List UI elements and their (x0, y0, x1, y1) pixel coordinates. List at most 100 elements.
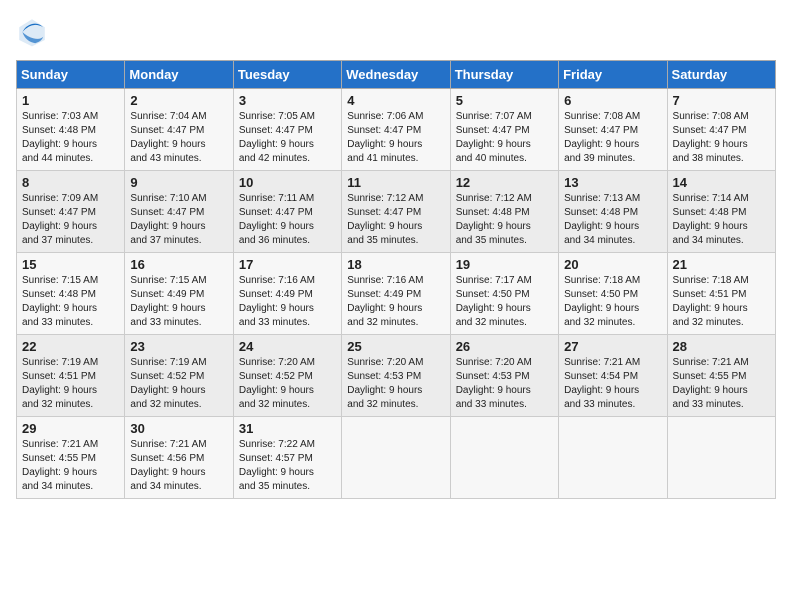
cell-info: Sunrise: 7:21 AMSunset: 4:56 PMDaylight:… (130, 438, 227, 494)
day-number: 24 (239, 339, 336, 354)
day-number: 1 (22, 93, 119, 108)
calendar-cell: 24 Sunrise: 7:20 AMSunset: 4:52 PMDayligh… (233, 335, 341, 417)
day-number: 10 (239, 175, 336, 190)
calendar-cell: 17 Sunrise: 7:16 AMSunset: 4:49 PMDayligh… (233, 253, 341, 335)
calendar-cell: 8 Sunrise: 7:09 AMSunset: 4:47 PMDaylight… (17, 171, 125, 253)
day-number: 2 (130, 93, 227, 108)
day-number: 30 (130, 421, 227, 436)
calendar-cell: 28 Sunrise: 7:21 AMSunset: 4:55 PMDayligh… (667, 335, 775, 417)
day-number: 14 (673, 175, 770, 190)
day-number: 15 (22, 257, 119, 272)
col-header-sunday: Sunday (17, 61, 125, 89)
cell-info: Sunrise: 7:11 AMSunset: 4:47 PMDaylight:… (239, 192, 336, 248)
col-header-wednesday: Wednesday (342, 61, 450, 89)
col-header-tuesday: Tuesday (233, 61, 341, 89)
cell-info: Sunrise: 7:15 AMSunset: 4:48 PMDaylight:… (22, 274, 119, 330)
cell-info: Sunrise: 7:12 AMSunset: 4:48 PMDaylight:… (456, 192, 553, 248)
calendar-cell: 19Sunrise: 7:17 AMSunset: 4:50 PMDayligh… (450, 253, 558, 335)
week-row-2: 8 Sunrise: 7:09 AMSunset: 4:47 PMDaylight… (17, 171, 776, 253)
header-row: SundayMondayTuesdayWednesdayThursdayFrid… (17, 61, 776, 89)
cell-info: Sunrise: 7:20 AMSunset: 4:53 PMDaylight:… (456, 356, 553, 412)
calendar-cell (450, 417, 558, 499)
cell-info: Sunrise: 7:20 AMSunset: 4:52 PMDaylight:… (239, 356, 336, 412)
cell-info: Sunrise: 7:12 AMSunset: 4:47 PMDaylight:… (347, 192, 444, 248)
day-number: 20 (564, 257, 661, 272)
day-number: 23 (130, 339, 227, 354)
calendar-cell: 4Sunrise: 7:06 AMSunset: 4:47 PMDaylight… (342, 89, 450, 171)
calendar-cell: 5 Sunrise: 7:07 AMSunset: 4:47 PMDaylight… (450, 89, 558, 171)
day-number: 12 (456, 175, 553, 190)
week-row-4: 22 Sunrise: 7:19 AMSunset: 4:51 PMDayligh… (17, 335, 776, 417)
cell-info: Sunrise: 7:14 AMSunset: 4:48 PMDaylight:… (673, 192, 770, 248)
calendar-cell (342, 417, 450, 499)
cell-info: Sunrise: 7:08 AMSunset: 4:47 PMDaylight:… (564, 110, 661, 166)
cell-info: Sunrise: 7:19 AMSunset: 4:52 PMDaylight:… (130, 356, 227, 412)
cell-info: Sunrise: 7:07 AMSunset: 4:47 PMDaylight:… (456, 110, 553, 166)
day-number: 13 (564, 175, 661, 190)
day-number: 16 (130, 257, 227, 272)
calendar-cell: 7Sunrise: 7:08 AMSunset: 4:47 PMDaylight… (667, 89, 775, 171)
calendar-cell: 18 Sunrise: 7:16 AMSunset: 4:49 PMDayligh… (342, 253, 450, 335)
page-header (16, 16, 776, 48)
day-number: 29 (22, 421, 119, 436)
day-number: 8 (22, 175, 119, 190)
calendar-cell: 1Sunrise: 7:03 AMSunset: 4:48 PMDaylight… (17, 89, 125, 171)
calendar-cell: 20 Sunrise: 7:18 AMSunset: 4:50 PMDayligh… (559, 253, 667, 335)
cell-info: Sunrise: 7:13 AMSunset: 4:48 PMDaylight:… (564, 192, 661, 248)
calendar-cell: 25 Sunrise: 7:20 AMSunset: 4:53 PMDayligh… (342, 335, 450, 417)
calendar-cell: 30 Sunrise: 7:21 AMSunset: 4:56 PMDayligh… (125, 417, 233, 499)
calendar-cell: 27Sunrise: 7:21 AMSunset: 4:54 PMDayligh… (559, 335, 667, 417)
cell-info: Sunrise: 7:18 AMSunset: 4:51 PMDaylight:… (673, 274, 770, 330)
cell-info: Sunrise: 7:20 AMSunset: 4:53 PMDaylight:… (347, 356, 444, 412)
calendar-cell (559, 417, 667, 499)
logo (16, 16, 52, 48)
cell-info: Sunrise: 7:21 AMSunset: 4:55 PMDaylight:… (22, 438, 119, 494)
calendar-cell: 13 Sunrise: 7:13 AMSunset: 4:48 PMDayligh… (559, 171, 667, 253)
calendar-cell: 22 Sunrise: 7:19 AMSunset: 4:51 PMDayligh… (17, 335, 125, 417)
calendar-cell: 6 Sunrise: 7:08 AMSunset: 4:47 PMDaylight… (559, 89, 667, 171)
day-number: 25 (347, 339, 444, 354)
logo-icon (16, 16, 48, 48)
day-number: 4 (347, 93, 444, 108)
day-number: 22 (22, 339, 119, 354)
col-header-friday: Friday (559, 61, 667, 89)
cell-info: Sunrise: 7:21 AMSunset: 4:54 PMDaylight:… (564, 356, 661, 412)
col-header-monday: Monday (125, 61, 233, 89)
day-number: 11 (347, 175, 444, 190)
calendar-cell: 2Sunrise: 7:04 AMSunset: 4:47 PMDaylight… (125, 89, 233, 171)
calendar-cell: 15 Sunrise: 7:15 AMSunset: 4:48 PMDayligh… (17, 253, 125, 335)
day-number: 5 (456, 93, 553, 108)
cell-info: Sunrise: 7:08 AMSunset: 4:47 PMDaylight:… (673, 110, 770, 166)
week-row-1: 1Sunrise: 7:03 AMSunset: 4:48 PMDaylight… (17, 89, 776, 171)
week-row-3: 15 Sunrise: 7:15 AMSunset: 4:48 PMDayligh… (17, 253, 776, 335)
calendar-cell: 9Sunrise: 7:10 AMSunset: 4:47 PMDaylight… (125, 171, 233, 253)
calendar-cell: 29 Sunrise: 7:21 AMSunset: 4:55 PMDayligh… (17, 417, 125, 499)
cell-info: Sunrise: 7:16 AMSunset: 4:49 PMDaylight:… (347, 274, 444, 330)
calendar-cell: 26 Sunrise: 7:20 AMSunset: 4:53 PMDayligh… (450, 335, 558, 417)
day-number: 18 (347, 257, 444, 272)
cell-info: Sunrise: 7:05 AMSunset: 4:47 PMDaylight:… (239, 110, 336, 166)
week-row-5: 29 Sunrise: 7:21 AMSunset: 4:55 PMDayligh… (17, 417, 776, 499)
cell-info: Sunrise: 7:21 AMSunset: 4:55 PMDaylight:… (673, 356, 770, 412)
cell-info: Sunrise: 7:15 AMSunset: 4:49 PMDaylight:… (130, 274, 227, 330)
day-number: 31 (239, 421, 336, 436)
calendar-cell: 10 Sunrise: 7:11 AMSunset: 4:47 PMDayligh… (233, 171, 341, 253)
day-number: 26 (456, 339, 553, 354)
cell-info: Sunrise: 7:22 AMSunset: 4:57 PMDaylight:… (239, 438, 336, 494)
day-number: 6 (564, 93, 661, 108)
calendar-cell: 12 Sunrise: 7:12 AMSunset: 4:48 PMDayligh… (450, 171, 558, 253)
col-header-saturday: Saturday (667, 61, 775, 89)
calendar-cell: 21 Sunrise: 7:18 AMSunset: 4:51 PMDayligh… (667, 253, 775, 335)
calendar-cell: 14 Sunrise: 7:14 AMSunset: 4:48 PMDayligh… (667, 171, 775, 253)
calendar-cell (667, 417, 775, 499)
day-number: 28 (673, 339, 770, 354)
day-number: 17 (239, 257, 336, 272)
cell-info: Sunrise: 7:16 AMSunset: 4:49 PMDaylight:… (239, 274, 336, 330)
cell-info: Sunrise: 7:19 AMSunset: 4:51 PMDaylight:… (22, 356, 119, 412)
day-number: 21 (673, 257, 770, 272)
calendar-cell: 3Sunrise: 7:05 AMSunset: 4:47 PMDaylight… (233, 89, 341, 171)
cell-info: Sunrise: 7:09 AMSunset: 4:47 PMDaylight:… (22, 192, 119, 248)
day-number: 19 (456, 257, 553, 272)
calendar-cell: 31 Sunrise: 7:22 AMSunset: 4:57 PMDayligh… (233, 417, 341, 499)
cell-info: Sunrise: 7:18 AMSunset: 4:50 PMDaylight:… (564, 274, 661, 330)
